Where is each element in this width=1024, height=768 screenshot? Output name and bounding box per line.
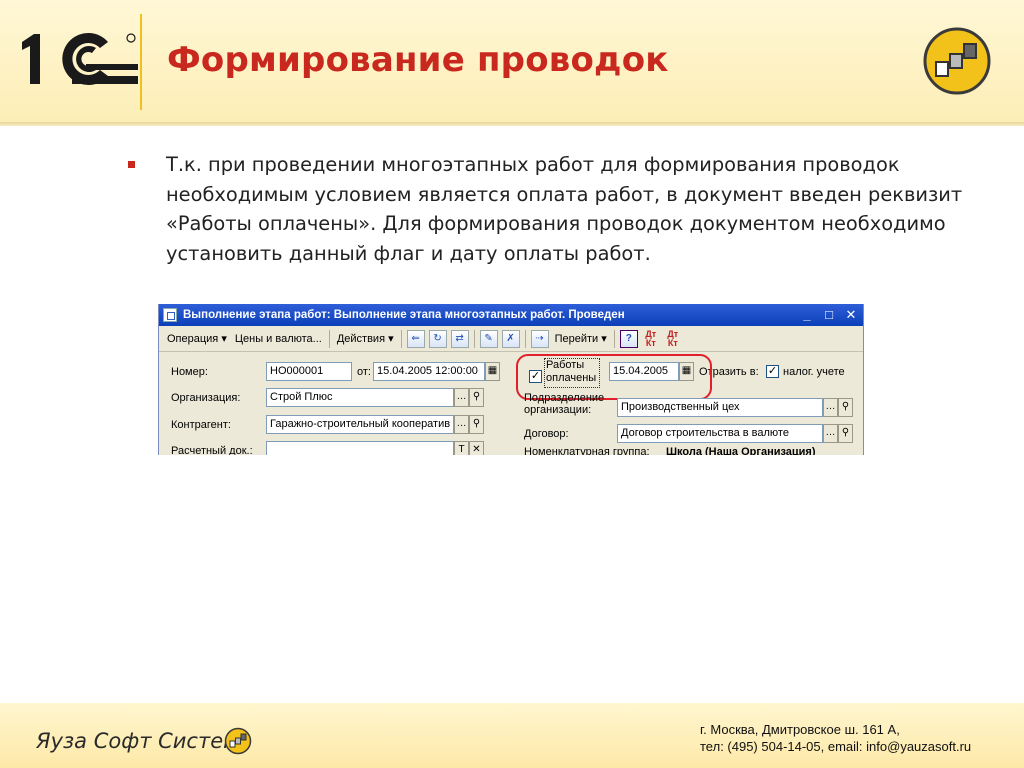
dt-kt-icon[interactable]: Дт Кт bbox=[642, 329, 660, 348]
address-line: г. Москва, Дмитровское ш. 161 А, bbox=[700, 722, 900, 737]
document-form: Номер: НО000001 от: 15.04.2005 12:00:00 … bbox=[159, 352, 863, 455]
unpost-document-icon[interactable]: ✗ bbox=[501, 329, 520, 348]
header-divider bbox=[0, 122, 1024, 126]
goto-menu[interactable]: Перейти ▾ bbox=[551, 332, 611, 345]
clear-button[interactable]: ✕ bbox=[469, 441, 484, 455]
settlement-doc-field[interactable] bbox=[266, 441, 454, 455]
help-icon[interactable]: ? bbox=[619, 329, 638, 348]
department-field[interactable]: Производственный цех bbox=[617, 398, 823, 417]
department-label-line1: Подразделение bbox=[524, 392, 605, 404]
company-name: Яуза Софт Системз bbox=[36, 729, 251, 753]
search-icon[interactable]: ⚲ bbox=[838, 398, 853, 417]
copy-icon[interactable]: ⇄ bbox=[450, 329, 469, 348]
document-date-field[interactable]: 15.04.2005 12:00:00 bbox=[373, 362, 485, 381]
yauza-logo-icon bbox=[923, 27, 991, 95]
body-paragraph: Т.к. при проведении многоэтапных работ д… bbox=[166, 153, 963, 265]
minimize-button[interactable]: _ bbox=[799, 307, 815, 323]
actions-menu[interactable]: Действия ▾ bbox=[333, 332, 398, 345]
toolbar-separator bbox=[524, 329, 526, 348]
operation-menu[interactable]: Операция ▾ bbox=[163, 332, 231, 345]
contract-field[interactable]: Договор строительства в валюте bbox=[617, 424, 823, 443]
company-logo-icon bbox=[224, 727, 252, 755]
search-icon[interactable]: ⚲ bbox=[838, 424, 853, 443]
contract-label: Договор: bbox=[524, 428, 569, 440]
document-icon bbox=[163, 308, 177, 322]
nomenclature-group-value: Школа (Наша Организация) bbox=[666, 446, 816, 455]
1c-logo: 1С bbox=[22, 33, 138, 85]
toolbar-separator bbox=[613, 329, 615, 348]
embedded-window-screenshot: Выполнение этапа работ: Выполнение этапа… bbox=[158, 304, 864, 455]
settlement-doc-label: Расчетный док.: bbox=[171, 445, 253, 455]
slide-footer: Яуза Софт Системз г. Москва, Дмитровское… bbox=[0, 703, 1024, 768]
tax-accounting-checkbox[interactable]: ✓ bbox=[766, 365, 779, 378]
toolbar-separator bbox=[473, 329, 475, 348]
toolbar-separator bbox=[400, 329, 402, 348]
organization-field[interactable]: Строй Плюс bbox=[266, 388, 454, 407]
from-label: от: bbox=[357, 366, 371, 378]
dt-kt-n-icon[interactable]: Дт Кт bbox=[664, 329, 682, 348]
bullet-marker bbox=[128, 161, 135, 168]
select-button[interactable]: … bbox=[823, 424, 838, 443]
toolbar-separator bbox=[328, 329, 330, 348]
window-title: Выполнение этапа работ: Выполнение этапа… bbox=[183, 309, 625, 321]
select-button[interactable]: … bbox=[454, 415, 469, 434]
maximize-button[interactable]: □ bbox=[821, 307, 837, 323]
number-label: Номер: bbox=[171, 366, 208, 378]
close-button[interactable]: ✕ bbox=[843, 307, 859, 323]
organization-label: Организация: bbox=[171, 392, 241, 404]
kt-label: Кт bbox=[645, 337, 656, 348]
department-label-line2: организации: bbox=[524, 404, 592, 416]
nomenclature-group-label: Номенклатурная группа: bbox=[524, 446, 650, 455]
tax-accounting-label: налог. учете bbox=[783, 366, 845, 378]
prices-currency-button[interactable]: Цены и валюта... bbox=[231, 333, 326, 345]
calendar-icon[interactable]: ▦ bbox=[485, 362, 500, 381]
contractor-label: Контрагент: bbox=[171, 419, 231, 431]
number-field[interactable]: НО000001 bbox=[266, 362, 352, 381]
window-toolbar: Операция ▾ Цены и валюта... Действия ▾ ⇐… bbox=[159, 326, 863, 352]
type-button[interactable]: T bbox=[454, 441, 469, 455]
search-icon[interactable]: ⚲ bbox=[469, 415, 484, 434]
contact-info: г. Москва, Дмитровское ш. 161 А, тел: (4… bbox=[700, 721, 971, 755]
logo-separator bbox=[140, 14, 142, 110]
window-title-bar: Выполнение этапа работ: Выполнение этапа… bbox=[159, 304, 863, 326]
page-title: Формирование проводок bbox=[167, 40, 669, 80]
department-label: Подразделение организации: bbox=[524, 392, 604, 416]
back-arrow-icon[interactable]: ⇐ bbox=[406, 329, 425, 348]
phone-email-line: тел: (495) 504-14-05, email: info@yauzas… bbox=[700, 739, 972, 754]
contractor-field[interactable]: Гаражно-строительный кооператив ' bbox=[266, 415, 454, 434]
select-button[interactable]: … bbox=[823, 398, 838, 417]
post-document-icon[interactable]: ✎ bbox=[479, 329, 498, 348]
select-button[interactable]: … bbox=[454, 388, 469, 407]
kt-label: Кт bbox=[667, 337, 678, 348]
structure-icon[interactable]: ⇢ bbox=[530, 329, 549, 348]
refresh-icon[interactable]: ↻ bbox=[428, 329, 447, 348]
search-icon[interactable]: ⚲ bbox=[469, 388, 484, 407]
